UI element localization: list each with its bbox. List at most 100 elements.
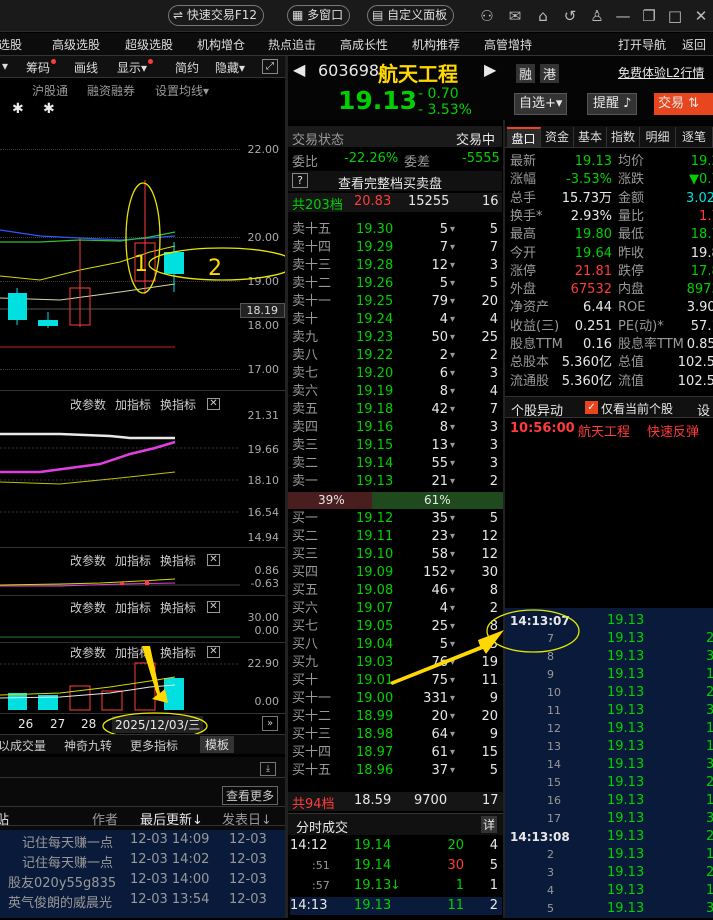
only-current-checkbox[interactable]: ✓ [585,401,598,414]
volume-panel[interactable]: 改参数 加指标 换指标 ✕ 22.90 0.00 [0,643,285,713]
news-row[interactable]: 股友020y55g835 12-03 14:00 12-03 [0,872,285,892]
chip-button[interactable]: 筹码 [26,59,57,76]
sell-level-row[interactable]: 卖一 19.13 21 ▾ 2 [290,473,502,491]
timesales-row[interactable]: :57 19.13 ↓ 1 1 [290,877,502,895]
tick-row[interactable]: 11 19.13 3 [507,702,713,720]
help-icon[interactable]: ? [292,173,308,188]
tick-row[interactable]: 5 19.13 3 [507,900,713,918]
buy-level-row[interactable]: 买三 19.10 58 ▾ 12 [290,546,502,564]
tick-row[interactable]: 3 19.13 2 [507,864,713,882]
indicator-panel-1[interactable]: 改参数 加指标 换指标 ✕ 21.31 19.66 18.10 16.54 14… [0,392,285,547]
timesales-detail-button[interactable]: 详 [481,816,498,833]
menu-item-open-nav[interactable]: 打开导航 [618,36,666,53]
watchlist-button[interactable]: 自选+▾ [514,93,568,115]
timesales-row[interactable]: 14:13 19.13 11 2 [290,897,502,915]
sell-level-row[interactable]: 卖十二 19.26 5 ▾ 5 [290,275,502,293]
news-row[interactable]: 记住每天赚一点 12-03 14:09 12-03 [0,832,285,852]
maximize-icon[interactable]: □ [665,6,685,26]
timesales-row[interactable]: 14:12 19.14 20 4 [290,837,502,855]
indicator-panel-3[interactable]: 改参数 加指标 换指标 ✕ 30.00 0.00 [0,597,285,642]
tab-volume[interactable]: 以成交量 [0,737,46,754]
tab-funds[interactable]: 资金 [541,127,574,147]
simple-button[interactable]: 简约 [175,59,199,76]
sell-level-row[interactable]: 卖十三 19.28 12 ▾ 3 [290,257,502,275]
margin-link[interactable]: 融资融券 [87,82,135,99]
tab-detail[interactable]: 明细 [640,127,676,147]
hk-tag[interactable]: 港 [540,64,560,83]
tick-row[interactable]: 14 19.13 3 [507,756,713,774]
tab-more-indicators[interactable]: 更多指标 [130,737,178,754]
tick-row[interactable]: 17 19.13 3 [507,810,713,828]
sell-level-row[interactable]: 卖九 19.23 50 ▾ 25 [290,329,502,347]
download-icon[interactable]: ⤓ [260,762,276,776]
draw-line-button[interactable]: 画线 [74,59,98,76]
hide-button[interactable]: 隐藏▾ [215,59,245,76]
remind-button[interactable]: 提醒 ♪ [587,93,638,115]
tab-template[interactable]: 模板 [200,736,235,753]
sell-level-row[interactable]: 卖七 19.20 6 ▾ 3 [290,365,502,383]
close-icon[interactable]: ✕ [691,6,711,26]
sell-level-row[interactable]: 卖十 19.24 4 ▾ 4 [290,311,502,329]
hk-connect-link[interactable]: 沪股通 [32,82,68,99]
prev-stock-icon[interactable]: ◀ [293,60,305,79]
margin-tag[interactable]: 融 [516,64,536,83]
full-book-link[interactable]: 查看完整档买卖盘 [338,173,442,192]
l2-trial-link[interactable]: 免费体验L2行情 [618,64,704,81]
buy-level-row[interactable]: 买五 19.08 46 ▾ 8 [290,582,502,600]
view-more-button[interactable]: 查看更多 [222,786,279,805]
sell-level-row[interactable]: 卖五 19.18 42 ▾ 7 [290,401,502,419]
sell-level-row[interactable]: 卖二 19.14 55 ▾ 3 [290,455,502,473]
sell-level-row[interactable]: 卖六 19.19 8 ▾ 4 [290,383,502,401]
buy-level-row[interactable]: 买四 19.09 152 ▾ 30 [290,564,502,582]
tick-row[interactable]: 2 19.13 1 [507,846,713,864]
scroll-right-icon[interactable]: » [262,716,278,731]
sell-level-row[interactable]: 卖十五 19.30 5 ▾ 5 [290,221,502,239]
custom-panel-button[interactable]: ▤ 自定义面板 [367,5,455,26]
multi-window-button[interactable]: ▦ 多窗口 [287,5,351,26]
trade-button[interactable]: 交易 ⇅ [654,93,713,115]
full-book-row[interactable]: ? 查看完整档买卖盘 [288,171,502,192]
menu-item-select[interactable]: 选股 [0,36,22,53]
movement-settings-button[interactable]: 设 [697,400,710,419]
buy-level-row[interactable]: 买十二 18.99 20 ▾ 20 [290,708,502,726]
news-row[interactable]: 英气俊朗的威晨光 12-03 13:54 12-03 [0,892,285,912]
sell-level-row[interactable]: 卖十一 19.25 79 ▾ 20 [290,293,502,311]
tab-magic-nine[interactable]: 神奇九转 [64,737,112,754]
tick-row[interactable]: 16 19.13 1 [507,792,713,810]
tick-row[interactable]: 13 19.13 1 [507,738,713,756]
indicator-panel-2[interactable]: 改参数 加指标 换指标 ✕ 0.86 -0.63 [0,549,285,595]
tick-row[interactable]: 15 19.13 2 [507,774,713,792]
menu-item-super-select[interactable]: 超级选股 [125,36,173,53]
tick-row[interactable]: 14:13:08 19.13 2 [507,828,713,846]
menu-item-advanced-select[interactable]: 高级选股 [52,36,100,53]
display-button[interactable]: 显示▾ [117,59,154,76]
tick-row[interactable]: 4 19.13 1 [507,882,713,900]
buy-level-row[interactable]: 买十一 19.00 331 ▾ 9 [290,690,502,708]
chevron-down-icon[interactable]: ▾ [2,59,8,73]
sell-level-row[interactable]: 卖十四 19.29 7 ▾ 7 [290,239,502,257]
next-stock-icon[interactable]: ▶ [484,60,496,79]
buy-level-row[interactable]: 买一 19.12 35 ▾ 5 [290,510,502,528]
refresh-icon[interactable]: ↺ [560,6,580,26]
sell-level-row[interactable]: 卖三 19.15 13 ▾ 3 [290,437,502,455]
tab-basic[interactable]: 基本 [574,127,607,147]
menu-item-institution-add[interactable]: 机构增仓 [197,36,245,53]
news-col-updated[interactable]: 最后更新↓ [140,809,203,828]
kline-chart[interactable]: 22.00 20.00 19.00 18.19 18.00 17.00 1 2 [0,100,285,390]
tab-index[interactable]: 指数 [607,127,640,147]
tick-row[interactable]: 12 19.13 1 [507,720,713,738]
tab-pankou[interactable]: 盘口 [507,127,541,147]
buy-level-row[interactable]: 买十三 18.98 64 ▾ 9 [290,726,502,744]
menu-item-recommend[interactable]: 机构推荐 [412,36,460,53]
tab-tick[interactable]: 逐笔 [676,127,713,147]
restore-icon[interactable]: ❐ [639,6,659,26]
news-col-date[interactable]: 发表日↓ [222,809,272,828]
quick-trade-button[interactable]: ⇌ 快速交易F12 [168,5,265,26]
buy-level-row[interactable]: 买十五 18.96 37 ▾ 5 [290,762,502,780]
sell-level-row[interactable]: 卖八 19.22 2 ▾ 2 [290,347,502,365]
news-row[interactable]: 记住每天赚一点 12-03 14:02 12-03 [0,852,285,872]
home-icon[interactable]: ⌂ [533,6,553,26]
menu-item-growth[interactable]: 高成长性 [340,36,388,53]
menu-item-back[interactable]: 返回 [682,36,706,53]
timesales-row[interactable]: :51 19.14 30 5 [290,857,502,875]
